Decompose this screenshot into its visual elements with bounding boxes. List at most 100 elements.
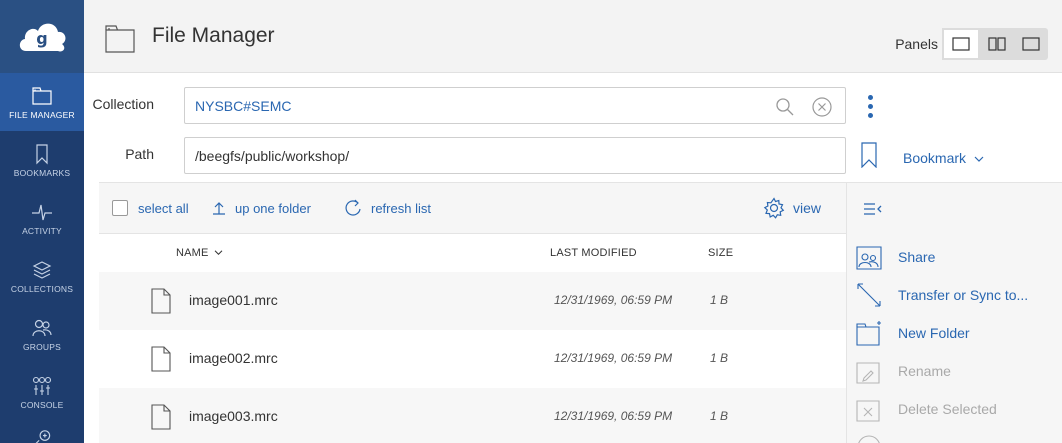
svg-text:g: g — [36, 29, 47, 48]
new-folder-label: New Folder — [898, 325, 970, 341]
wide-panel-icon — [1022, 37, 1040, 51]
path-label: Path — [125, 146, 154, 162]
sidebar-item-groups[interactable]: GROUPS — [0, 305, 84, 363]
collections-icon — [32, 260, 52, 279]
bookmark-icon[interactable] — [860, 142, 878, 168]
rename-label: Rename — [898, 363, 951, 379]
new-folder-icon — [856, 321, 881, 346]
table-row[interactable]: image001.mrc 12/31/1969, 06:59 PM 1 B — [99, 272, 846, 330]
up-one-folder-button[interactable]: up one folder — [211, 183, 311, 233]
size-column-header[interactable]: SIZE — [708, 247, 733, 259]
collection-label: Collection — [92, 96, 154, 112]
clear-icon[interactable] — [811, 96, 833, 118]
groups-icon — [32, 319, 52, 336]
folder-icon — [105, 25, 135, 53]
rename-action[interactable]: Rename — [855, 353, 1060, 389]
more-options-icon[interactable] — [863, 95, 877, 121]
single-panel-icon — [952, 37, 970, 51]
select-all-button[interactable]: select all — [112, 183, 189, 233]
file-size: 1 B — [710, 409, 729, 423]
name-column-label: NAME — [176, 247, 209, 259]
bookmark-label: Bookmark — [903, 150, 967, 166]
up-one-folder-label: up one folder — [235, 200, 311, 216]
collection-value: NYSBC#SEMC — [195, 98, 292, 114]
delete-selected-label: Delete Selected — [898, 401, 997, 417]
bookmark-icon — [36, 143, 48, 164]
page-header: File Manager Panels — [84, 0, 1062, 73]
file-size: 1 B — [710, 293, 729, 307]
chevron-down-icon — [214, 250, 223, 255]
sidebar-item-activity[interactable]: ACTIVITY — [0, 189, 84, 247]
delete-icon — [856, 400, 880, 422]
share-action[interactable]: Share — [855, 239, 1060, 275]
up-arrow-icon — [213, 202, 225, 215]
logout-icon — [35, 430, 51, 443]
name-column-header[interactable]: NAME — [176, 247, 223, 259]
refresh-list-button[interactable]: refresh list — [343, 183, 431, 233]
file-toolbar: select all up one folder refresh list vi… — [99, 182, 846, 234]
file-modified: 12/31/1969, 06:59 PM — [554, 409, 673, 423]
sidebar-item-more[interactable] — [0, 421, 84, 443]
view-label: view — [793, 200, 822, 216]
share-label: Share — [898, 249, 936, 265]
page-title: File Manager — [152, 24, 275, 47]
refresh-icon — [345, 199, 361, 216]
sidebar-item-console[interactable]: CONSOLE — [0, 363, 84, 421]
sidebar-item-label: GROUPS — [22, 341, 62, 352]
file-icon — [151, 288, 171, 314]
collapse-panel-icon[interactable] — [863, 201, 883, 217]
sidebar-item-bookmarks[interactable]: BOOKMARKS — [0, 131, 84, 189]
table-row[interactable]: image002.mrc 12/31/1969, 06:59 PM 1 B — [99, 330, 846, 388]
logo-area: g — [0, 0, 84, 73]
new-folder-action[interactable]: New Folder — [855, 315, 1060, 351]
file-icon — [151, 404, 171, 430]
sidebar-item-label: BOOKMARKS — [13, 167, 71, 178]
file-name: image002.mrc — [189, 350, 278, 366]
dual-panel-button[interactable] — [980, 28, 1014, 60]
sidebar-item-collections[interactable]: COLLECTIONS — [0, 247, 84, 305]
sidebar-item-label: COLLECTIONS — [10, 283, 74, 294]
wide-panel-button[interactable] — [1014, 28, 1048, 60]
search-icon[interactable] — [775, 97, 795, 117]
panels-label: Panels — [895, 36, 938, 52]
rename-icon — [856, 362, 880, 384]
sidebar-item-file-manager[interactable]: FILE MANAGER — [0, 73, 84, 131]
globus-logo-icon[interactable]: g — [16, 18, 68, 56]
collection-input[interactable]: NYSBC#SEMC — [184, 87, 846, 124]
select-all-label: select all — [138, 200, 189, 216]
last-modified-column-header[interactable]: LAST MODIFIED — [550, 247, 637, 259]
file-list-header: NAME LAST MODIFIED SIZE — [99, 234, 846, 272]
actions-panel: Share Transfer or Sync to... New Folder … — [846, 182, 1062, 443]
delete-selected-action[interactable]: Delete Selected — [855, 391, 1060, 427]
chevron-down-icon — [974, 156, 984, 162]
single-panel-button[interactable] — [942, 28, 980, 60]
transfer-icon — [857, 283, 881, 307]
path-input[interactable]: /beegfs/public/workshop/ — [184, 137, 846, 174]
select-all-checkbox[interactable] — [112, 200, 128, 216]
file-icon — [151, 346, 171, 372]
console-icon — [32, 376, 52, 395]
transfer-label: Transfer or Sync to... — [898, 287, 1029, 303]
gear-icon — [763, 197, 785, 219]
view-button[interactable]: view — [763, 183, 821, 233]
file-modified: 12/31/1969, 06:59 PM — [554, 351, 673, 365]
sidebar-item-label: ACTIVITY — [22, 225, 62, 236]
transfer-action[interactable]: Transfer or Sync to... — [855, 277, 1060, 313]
path-value: /beegfs/public/workshop/ — [195, 148, 350, 164]
sidebar-item-label: CONSOLE — [20, 399, 64, 410]
download-action[interactable] — [855, 429, 1060, 443]
bookmark-dropdown[interactable]: Bookmark — [903, 150, 984, 166]
download-icon — [858, 435, 880, 443]
dual-panel-icon — [988, 37, 1006, 51]
file-modified: 12/31/1969, 06:59 PM — [554, 293, 673, 307]
sidebar: g FILE MANAGER BOOKMARKS ACTIVITY COLLEC… — [0, 0, 84, 443]
panels-toggle — [942, 28, 1048, 60]
share-icon — [856, 246, 882, 270]
activity-icon — [32, 204, 52, 220]
table-row[interactable]: image003.mrc 12/31/1969, 06:59 PM 1 B — [99, 388, 846, 443]
file-name: image003.mrc — [189, 408, 278, 424]
file-name: image001.mrc — [189, 292, 278, 308]
file-size: 1 B — [710, 351, 729, 365]
sidebar-item-label: FILE MANAGER — [9, 109, 75, 120]
refresh-list-label: refresh list — [371, 200, 431, 216]
